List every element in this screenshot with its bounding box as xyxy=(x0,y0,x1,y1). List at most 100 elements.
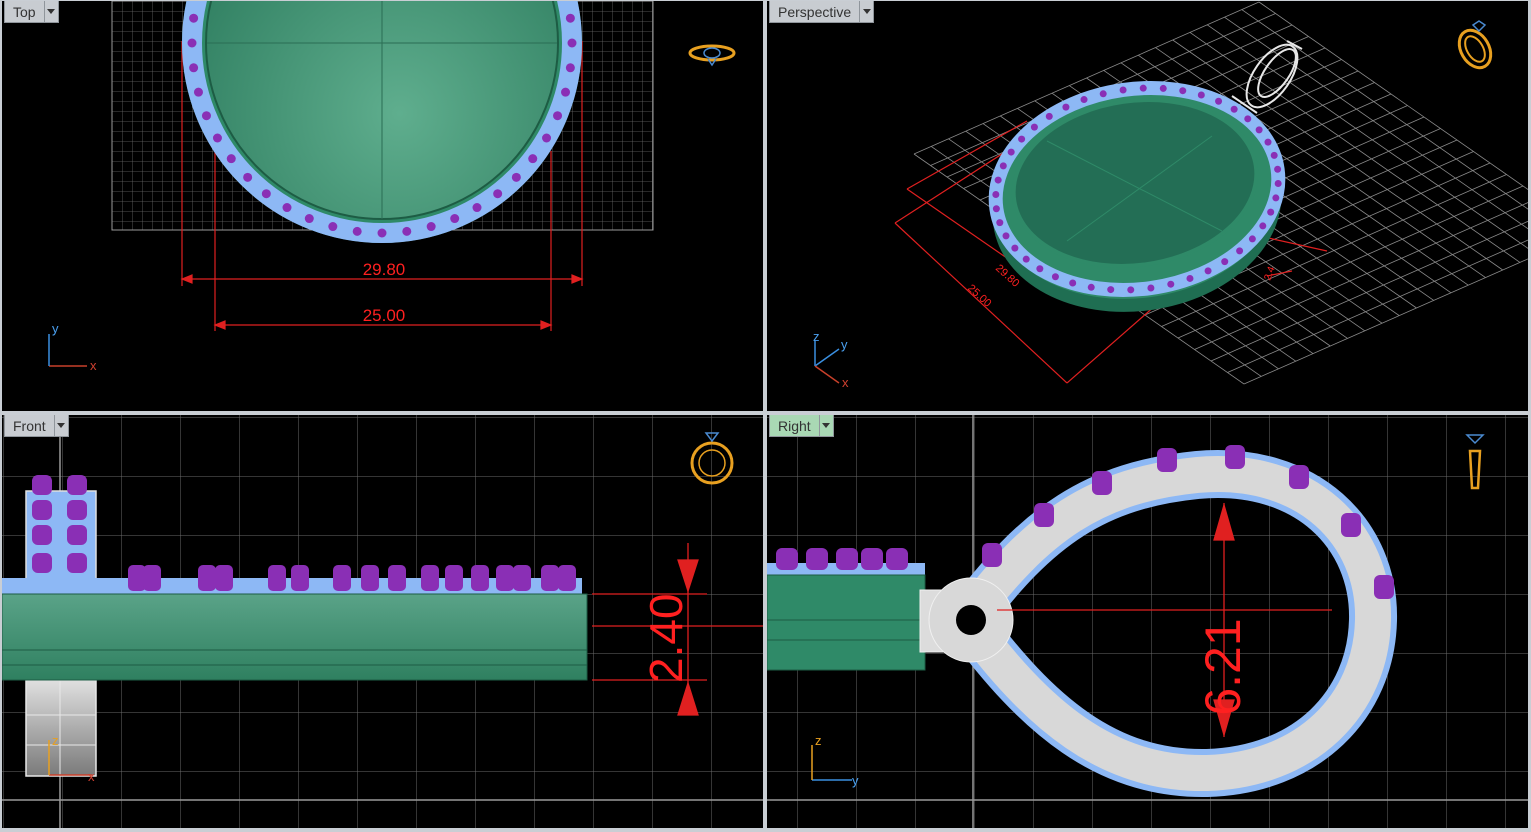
gem xyxy=(352,226,362,236)
pendant-body[interactable] xyxy=(2,593,588,681)
gem xyxy=(528,154,538,164)
viewport-menu-caret-icon[interactable] xyxy=(818,415,833,436)
gem xyxy=(1374,575,1394,599)
gem xyxy=(67,475,87,495)
gem xyxy=(67,553,87,573)
viewport-front[interactable]: Front 2.40 x z xyxy=(2,415,763,828)
viewport-tab-front[interactable]: Front xyxy=(4,415,69,437)
viewport-label: Top xyxy=(13,4,36,20)
gem xyxy=(561,87,571,97)
gem xyxy=(215,565,233,591)
gem xyxy=(1248,235,1256,243)
gem xyxy=(361,565,379,591)
dimension-height[interactable]: 6.21 xyxy=(1195,618,1251,715)
gem xyxy=(1186,274,1194,282)
gem xyxy=(32,475,52,495)
gem xyxy=(1080,96,1088,104)
gem xyxy=(1157,448,1177,472)
gem xyxy=(511,172,521,182)
viewport-perspective[interactable]: Perspective 29.80 25.00 2.4 z y x xyxy=(767,1,1528,411)
viewport-tab-perspective[interactable]: Perspective xyxy=(769,1,875,23)
axis-label-y: y xyxy=(841,337,848,352)
axis-label-z: z xyxy=(52,733,59,748)
viewport-label: Perspective xyxy=(778,4,852,20)
top-view-widget-icon[interactable] xyxy=(688,44,736,67)
gem xyxy=(982,543,1002,567)
gem xyxy=(565,63,575,73)
gem xyxy=(198,565,216,591)
gem xyxy=(1002,232,1010,240)
axis-label-x: x xyxy=(88,769,95,784)
dimension-inner-diameter[interactable]: 25.00 xyxy=(363,306,406,325)
dimension-inner-diameter[interactable]: 25.00 xyxy=(965,282,993,309)
gem xyxy=(67,525,87,545)
axis-label-z: z xyxy=(813,329,820,344)
gem xyxy=(996,219,1004,227)
gem xyxy=(1267,208,1275,216)
gem xyxy=(1139,84,1147,92)
viewport-menu-caret-icon[interactable] xyxy=(43,1,58,22)
gem xyxy=(1236,247,1244,255)
gem xyxy=(1215,97,1223,105)
pendant-body[interactable] xyxy=(767,574,926,671)
gem xyxy=(1092,471,1112,495)
gem xyxy=(1007,148,1015,156)
gem xyxy=(201,111,211,121)
gem xyxy=(1062,103,1070,111)
gem xyxy=(193,87,203,97)
dimension-height[interactable]: 2.40 xyxy=(640,593,692,683)
gem xyxy=(388,565,406,591)
gem xyxy=(1099,90,1107,98)
gem xyxy=(1011,244,1019,252)
viewport-label: Front xyxy=(13,418,46,434)
gem xyxy=(496,565,514,591)
gem xyxy=(377,228,387,238)
gem xyxy=(994,176,1002,184)
gem xyxy=(886,548,908,570)
gem xyxy=(472,203,482,213)
gem xyxy=(328,222,338,232)
gem xyxy=(1022,255,1030,263)
gem xyxy=(1274,165,1282,173)
gem xyxy=(421,565,439,591)
gem xyxy=(291,565,309,591)
gem xyxy=(1045,112,1053,120)
gem xyxy=(1244,115,1252,123)
gem xyxy=(1230,105,1238,113)
gem xyxy=(282,203,292,213)
dimension-outer-diameter[interactable]: 29.80 xyxy=(363,260,406,279)
axis-label-y: y xyxy=(52,321,59,336)
gem xyxy=(1272,194,1280,202)
front-view-canvas[interactable]: 2.40 x z xyxy=(2,415,763,828)
viewport-tab-right[interactable]: Right xyxy=(769,415,834,437)
gem xyxy=(1167,280,1175,288)
gem xyxy=(333,565,351,591)
perspective-view-canvas[interactable]: 29.80 25.00 2.4 z y x xyxy=(767,1,1528,411)
gem xyxy=(1034,503,1054,527)
gem-row xyxy=(776,548,908,570)
viewport-tab-top[interactable]: Top xyxy=(4,1,59,23)
viewport-menu-caret-icon[interactable] xyxy=(53,415,68,436)
axis-label-x: x xyxy=(90,358,97,373)
top-view-canvas[interactable]: 29.80 25.00 x y xyxy=(2,1,763,411)
bail[interactable] xyxy=(1231,36,1307,116)
viewport-right[interactable]: Right 6.21 y z xyxy=(767,415,1528,828)
gem xyxy=(1119,86,1127,94)
gem xyxy=(226,154,236,164)
gem xyxy=(1197,91,1205,99)
gem xyxy=(304,214,314,224)
gem xyxy=(836,548,858,570)
gem xyxy=(1221,258,1229,266)
gem xyxy=(212,133,222,143)
gem xyxy=(1259,222,1267,230)
gem xyxy=(999,162,1007,170)
right-view-canvas[interactable]: 6.21 y z xyxy=(767,415,1528,828)
perspective-view-widget-icon[interactable] xyxy=(1453,20,1497,73)
gem xyxy=(542,133,552,143)
gem xyxy=(992,205,1000,213)
viewport-menu-caret-icon[interactable] xyxy=(859,1,873,22)
viewport-top[interactable]: Top 29.80 25.00 x y xyxy=(2,1,763,411)
dimension-height[interactable]: 2.4 xyxy=(1262,265,1277,282)
bail-bottom[interactable] xyxy=(25,679,97,777)
gem xyxy=(1107,286,1115,294)
